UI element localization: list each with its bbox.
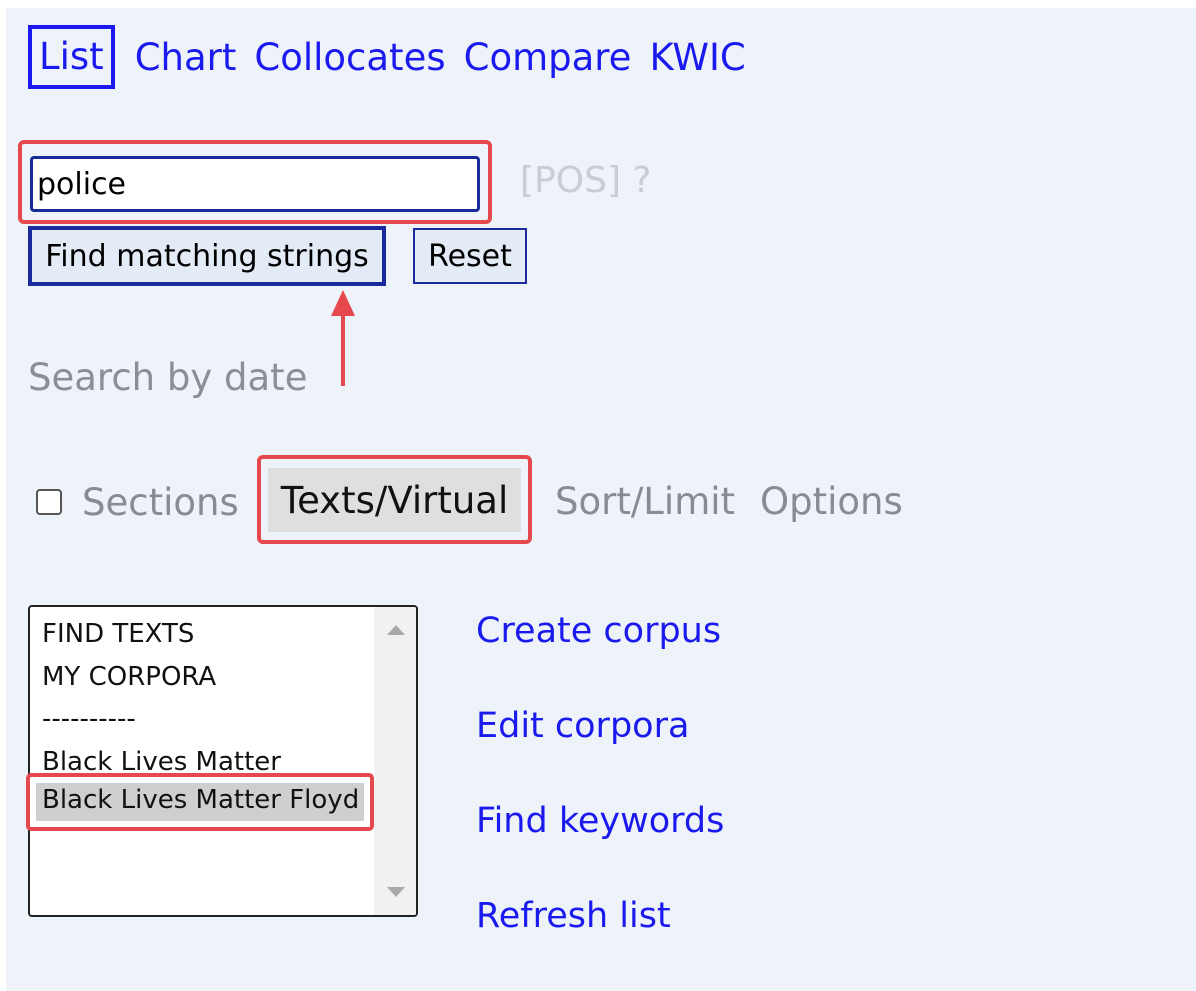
pos-help-link[interactable]: [POS] ?: [520, 160, 652, 201]
listbox-scrollbar[interactable]: [374, 607, 416, 915]
edit-corpora-link[interactable]: Edit corpora: [476, 706, 689, 746]
tab-chart[interactable]: Chart: [135, 39, 237, 76]
create-corpus-link[interactable]: Create corpus: [476, 611, 721, 651]
tab-collocates[interactable]: Collocates: [254, 39, 445, 76]
reset-button[interactable]: Reset: [413, 228, 527, 284]
find-matching-strings-button[interactable]: Find matching strings: [28, 226, 386, 286]
tab-bar: List Chart Collocates Compare KWIC: [28, 20, 764, 94]
list-item-find-texts[interactable]: FIND TEXTS: [42, 619, 194, 649]
search-highlight-box: [18, 140, 492, 224]
refresh-list-link[interactable]: Refresh list: [476, 896, 671, 936]
tab-compare[interactable]: Compare: [464, 39, 632, 76]
list-item-black-lives-matter-floyd[interactable]: Black Lives Matter Floyd: [42, 785, 359, 815]
tab-options[interactable]: Options: [760, 480, 903, 523]
tab-list[interactable]: List: [28, 25, 115, 89]
sections-checkbox[interactable]: [36, 489, 62, 515]
scroll-down-icon[interactable]: [387, 887, 405, 897]
tab-texts-virtual[interactable]: Texts/Virtual: [268, 468, 521, 532]
list-item-my-corpora[interactable]: MY CORPORA: [42, 662, 216, 692]
search-by-date-link[interactable]: Search by date: [28, 356, 307, 399]
options-row: Sections: [36, 470, 261, 534]
sections-label[interactable]: Sections: [82, 481, 239, 524]
corpus-listbox[interactable]: FIND TEXTS MY CORPORA ---------- Black L…: [28, 605, 418, 917]
search-input[interactable]: [30, 156, 480, 212]
list-item-separator: ----------: [42, 704, 136, 734]
tab-kwic[interactable]: KWIC: [649, 39, 745, 76]
scroll-up-icon[interactable]: [387, 625, 405, 635]
annotation-arrow: [341, 308, 345, 386]
texts-virtual-highlight-box: Texts/Virtual: [257, 455, 532, 544]
tab-sort-limit[interactable]: Sort/Limit: [555, 480, 735, 523]
selected-corpus-highlight-box: Black Lives Matter Floyd: [26, 773, 374, 831]
find-keywords-link[interactable]: Find keywords: [476, 801, 724, 841]
